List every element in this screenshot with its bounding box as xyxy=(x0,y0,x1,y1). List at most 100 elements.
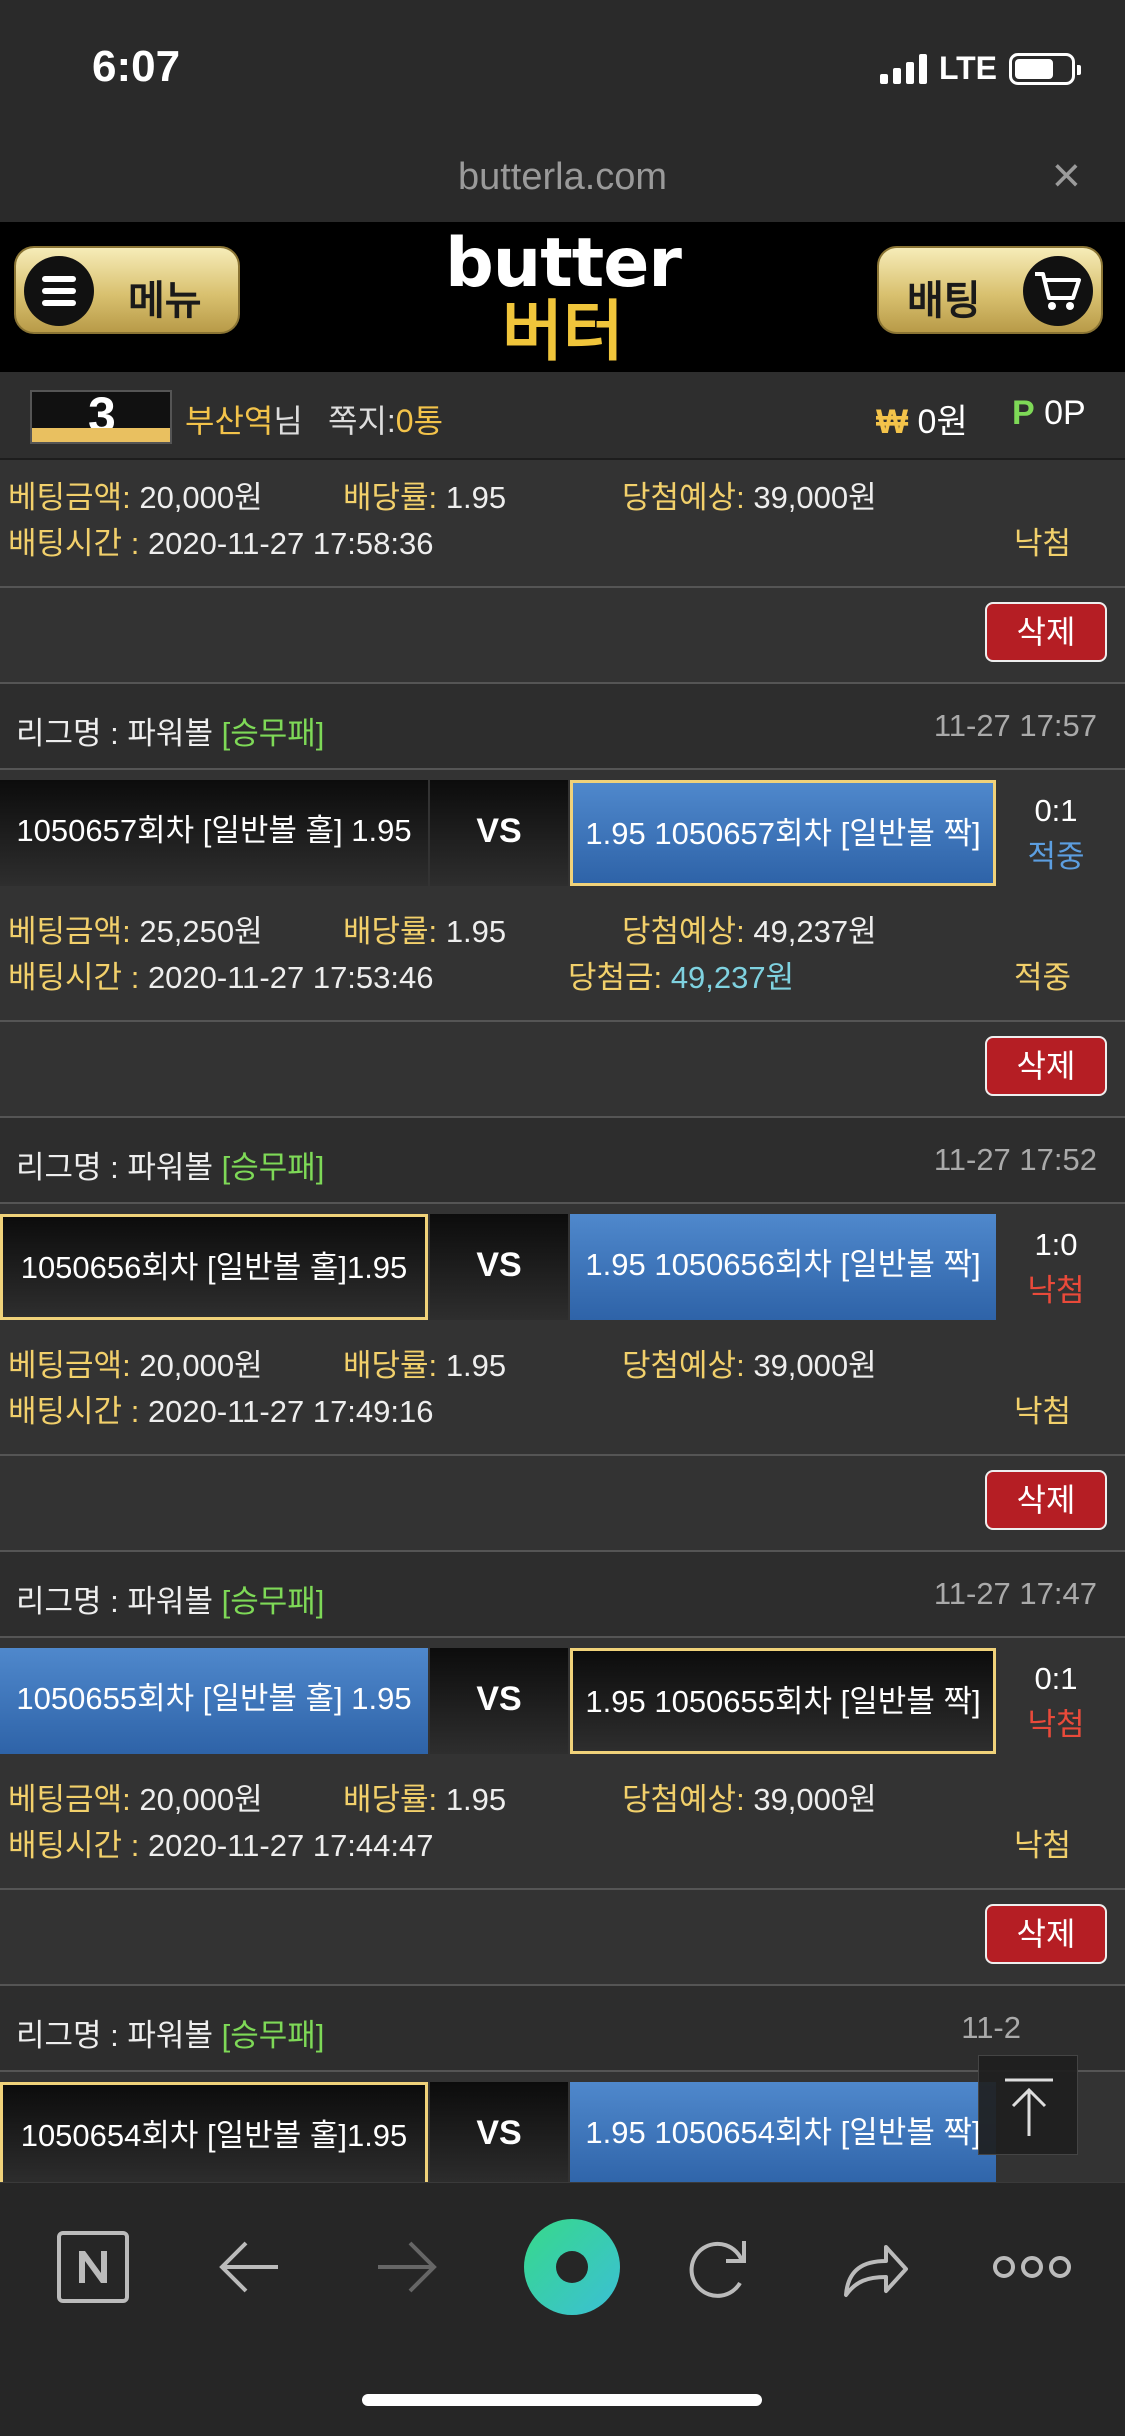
bet-button[interactable]: 배팅 xyxy=(877,246,1103,334)
url-text[interactable]: butterla.com xyxy=(0,156,1125,199)
home-circle-icon[interactable] xyxy=(512,2207,632,2327)
league-name: 리그명 : 파워볼 [승무패] xyxy=(16,2018,325,2053)
league-header: 리그명 : 파워볼 [승무패] 11-27 17:57 xyxy=(0,684,1125,770)
site-logo[interactable]: butter 버터 xyxy=(430,224,696,370)
away-pick[interactable]: 1.95 1050656회차 [일반볼 짝] xyxy=(570,1214,996,1320)
league-tag: [승무패] xyxy=(221,1150,325,1185)
delete-button[interactable]: 삭제 xyxy=(985,1904,1107,1964)
refresh-icon[interactable] xyxy=(668,2217,768,2317)
delete-row: 삭제 xyxy=(0,1456,1125,1552)
home-pick[interactable]: 1050656회차 [일반볼 홀]1.95 xyxy=(0,1214,428,1320)
delete-button[interactable]: 삭제 xyxy=(985,602,1107,662)
forward-arrow-icon[interactable] xyxy=(356,2217,456,2317)
league-header: 리그명 : 파워볼 [승무패] 11-27 17:47 xyxy=(0,1552,1125,1638)
delete-button[interactable]: 삭제 xyxy=(985,1470,1107,1530)
network-label: LTE xyxy=(938,50,997,86)
menu-button[interactable]: 메뉴 xyxy=(14,246,240,334)
result-badge: 낙첨 xyxy=(1027,1707,1085,1742)
bet-info: 베팅금액: 25,250원 배당률: 1.95 당첨예상: 49,237원 배팅… xyxy=(0,894,1125,1022)
home-pick[interactable]: 1050657회차 [일반볼 홀] 1.95 xyxy=(0,780,428,886)
expected-value: 39,000원 xyxy=(753,1782,877,1817)
bet-history-list[interactable]: 베팅금액: 20,000원 배당률: 1.95 당첨예상: 39,000원 배팅… xyxy=(0,460,1125,2182)
naver-icon[interactable] xyxy=(43,2217,143,2317)
away-pick[interactable]: 1.95 1050657회차 [일반볼 짝] xyxy=(570,780,996,886)
result-badge: 적중 xyxy=(1027,839,1085,874)
message-link[interactable]: 쪽지:0통 xyxy=(328,396,443,442)
amount-value: 20,000원 xyxy=(139,1348,263,1383)
vs-label: VS xyxy=(430,780,568,886)
amount-value: 25,250원 xyxy=(139,914,263,949)
odds-label: 배당률: 1.95 xyxy=(343,1782,507,1817)
points: P 0P xyxy=(1012,394,1086,433)
menu-icon xyxy=(24,256,94,326)
status-badge: 적중 xyxy=(1014,960,1072,995)
user-name: 부산역님 xyxy=(185,396,303,442)
paid-value: 49,237원 xyxy=(670,960,795,995)
match-time: 11-27 17:52 xyxy=(933,1142,1097,1177)
scroll-top-button[interactable] xyxy=(978,2055,1078,2155)
amount-value: 20,000원 xyxy=(139,480,263,515)
score-box: 1:0 낙첨 xyxy=(1000,1222,1112,1314)
odds-label: 배당률: 1.95 xyxy=(343,480,507,515)
user-name-suffix: 님 xyxy=(273,403,303,439)
league-tag: [승무패] xyxy=(221,716,325,751)
avatar: 3 xyxy=(30,390,172,444)
match-row: 1050655회차 [일반볼 홀] 1.95 VS 1.95 1050655회차… xyxy=(0,1638,1125,1762)
expected-label: 당첨예상: 39,000원 xyxy=(622,1782,877,1817)
match-row: 1050657회차 [일반볼 홀] 1.95 VS 1.95 1050657회차… xyxy=(0,770,1125,894)
bet-time-label: 배팅시간 : 2020-11-27 17:49:16 xyxy=(8,1394,434,1429)
status-bar: 6:07 LTE xyxy=(0,0,1125,140)
points-value: 0P xyxy=(1044,394,1086,432)
away-pick[interactable]: 1.95 1050655회차 [일반볼 짝] xyxy=(570,1648,996,1754)
bet-time-label: 배팅시간 : 2020-11-27 17:44:47 xyxy=(8,1828,434,1863)
message-count: 0통 xyxy=(395,403,444,439)
user-name-text: 부산역 xyxy=(185,403,274,439)
expected-value: 49,237원 xyxy=(753,914,877,949)
score-value: 0:1 xyxy=(1034,793,1078,828)
menu-label: 메뉴 xyxy=(128,279,202,323)
home-pick[interactable]: 1050655회차 [일반볼 홀] 1.95 xyxy=(0,1648,428,1754)
home-indicator[interactable] xyxy=(362,2394,762,2406)
match-row: 1050656회차 [일반볼 홀]1.95 VS 1.95 1050656회차 … xyxy=(0,1204,1125,1328)
vs-label: VS xyxy=(430,2082,568,2182)
league-tag: [승무패] xyxy=(221,1584,325,1619)
expected-label: 당첨예상: 39,000원 xyxy=(622,480,877,515)
league-tag: [승무패] xyxy=(221,2018,325,2053)
amount-value: 20,000원 xyxy=(139,1782,263,1817)
match-row: 1050654회차 [일반볼 홀]1.95 VS 1.95 1050654회차 … xyxy=(0,2072,1125,2182)
league-name: 리그명 : 파워볼 [승무패] xyxy=(16,1150,325,1185)
delete-button[interactable]: 삭제 xyxy=(985,1036,1107,1096)
score-box: 0:1 낙첨 xyxy=(1000,1656,1112,1748)
bet-time-value: 2020-11-27 17:49:16 xyxy=(147,1394,434,1429)
bet-info-top: 베팅금액: 20,000원 배당률: 1.95 당첨예상: 39,000원 배팅… xyxy=(0,460,1125,588)
close-icon[interactable]: × xyxy=(1052,150,1081,200)
cart-icon xyxy=(1023,256,1093,326)
url-bar: butterla.com × xyxy=(0,140,1125,222)
delete-row: 삭제 xyxy=(0,588,1125,684)
logo-text-en: butter xyxy=(445,224,682,303)
more-icon[interactable] xyxy=(982,2217,1082,2317)
delete-row: 삭제 xyxy=(0,1890,1125,1986)
amount-label: 베팅금액: 20,000원 xyxy=(8,480,263,515)
away-pick[interactable]: 1.95 1050654회차 [일반볼 짝] xyxy=(570,2082,996,2182)
balance-value: 0원 xyxy=(917,403,968,441)
league-header: 리그명 : 파워볼 [승무패] 11-2 xyxy=(0,1986,1125,2072)
signal-icon xyxy=(879,53,927,84)
balance: ₩ 0원 xyxy=(876,394,968,443)
status-badge: 낙첨 xyxy=(1014,1828,1072,1863)
result-badge: 낙첨 xyxy=(1027,1273,1085,1308)
status-badge: 낙첨 xyxy=(1014,526,1072,561)
odds-value: 1.95 xyxy=(445,1348,507,1383)
amount-label: 베팅금액: 25,250원 xyxy=(8,914,263,949)
share-icon[interactable] xyxy=(824,2217,924,2317)
bet-time-value: 2020-11-27 17:58:36 xyxy=(147,526,434,561)
logo-text-ko: 버터 xyxy=(502,293,624,370)
match-time: 11-27 17:57 xyxy=(933,708,1097,743)
point-icon: P xyxy=(1012,394,1035,432)
expected-label: 당첨예상: 49,237원 xyxy=(622,914,877,949)
bet-time-label: 배팅시간 : 2020-11-27 17:53:46 xyxy=(8,960,434,995)
home-pick[interactable]: 1050654회차 [일반볼 홀]1.95 xyxy=(0,2082,428,2182)
bet-time-value: 2020-11-27 17:44:47 xyxy=(147,1828,434,1863)
back-arrow-icon[interactable] xyxy=(200,2217,300,2317)
odds-label: 배당률: 1.95 xyxy=(343,1348,507,1383)
